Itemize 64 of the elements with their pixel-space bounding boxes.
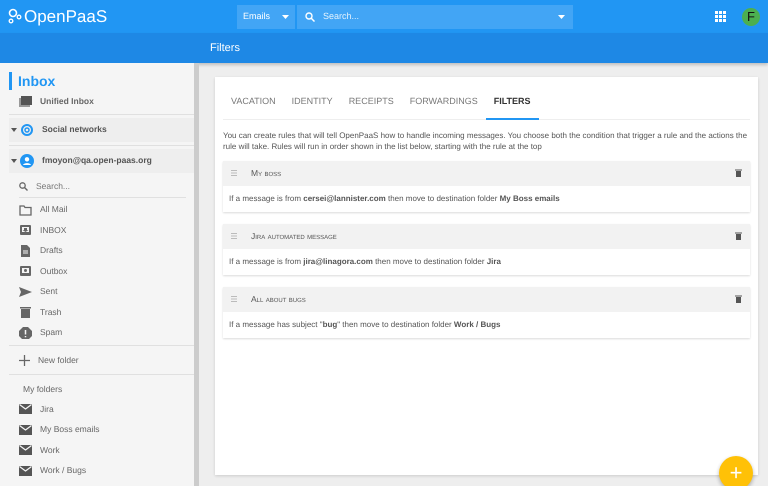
folder-item[interactable]: Drafts [9, 240, 194, 261]
settings-tab[interactable]: FORWARDINGS [402, 83, 486, 120]
page-title: Filters [210, 40, 240, 56]
document-icon [19, 244, 32, 257]
envelope-icon [19, 404, 32, 414]
search-scope-dropdown[interactable]: Emails [237, 4, 296, 28]
filter-name: My boss [251, 166, 282, 180]
search-icon [305, 12, 316, 22]
warning-octagon-icon [19, 326, 32, 339]
description-text: You can create rules that will tell OpenPaaS how to handle incoming messages. You choose both the condition that trigger a rule and the actions the rule will take. Rules will run in order shown in the list below, starting with the rule at the top [223, 130, 748, 153]
caret-icon [282, 14, 290, 18]
inbox-icon [19, 224, 32, 236]
caret-icon [11, 158, 17, 162]
search-icon [19, 182, 28, 190]
settings-tab[interactable]: FILTERS [486, 83, 539, 120]
caret-icon [11, 128, 17, 132]
envelope-icon [19, 445, 32, 455]
account-header[interactable]: fmoyon@qa.open-paas.org [9, 148, 194, 172]
send-icon [19, 286, 32, 298]
settings-tab[interactable]: VACATION [223, 83, 284, 120]
filter-rule-text: If a message has subject "bug" then move to destination folder Work / Bugs [228, 318, 502, 331]
drag-handle-icon[interactable] [231, 170, 237, 176]
section-label: My folders [22, 383, 64, 396]
folder-item[interactable]: My Boss emails [9, 419, 194, 440]
logo-icon [8, 8, 22, 26]
folder-item[interactable]: All Mail [9, 200, 194, 220]
new-folder-button[interactable]: New folder [9, 348, 194, 372]
logo-text: OpenPaaS [24, 6, 108, 28]
settings-tab[interactable]: RECEIPTS [340, 83, 402, 120]
drag-handle-icon[interactable] [231, 296, 237, 302]
folder-item[interactable]: INBOX [9, 220, 194, 240]
filter-rule-text: If a message is from jira@linagora.com then move to destination folder Jira [228, 256, 502, 268]
account-header[interactable]: Social networks [9, 118, 194, 142]
drag-handle-icon[interactable] [231, 233, 237, 240]
folder-item[interactable]: Trash [9, 302, 194, 322]
trash-icon[interactable] [735, 232, 742, 240]
folder-item[interactable]: Work [9, 440, 194, 460]
folder-item[interactable]: Work / Bugs [9, 460, 194, 481]
envelope-icon [19, 424, 32, 434]
sidebar-title: Inbox [9, 72, 194, 90]
filter-name: All about bugs [251, 292, 307, 306]
trash-icon[interactable] [735, 169, 742, 178]
outbox-icon [19, 265, 32, 278]
search-field[interactable]: Search... [321, 8, 552, 24]
folder-item[interactable]: Outbox [9, 261, 194, 282]
plus-icon [19, 354, 30, 366]
folders-icon [19, 96, 32, 107]
user-icon [20, 154, 34, 168]
apps-grid-icon[interactable] [715, 11, 726, 22]
user-avatar[interactable]: F [742, 8, 760, 26]
search-field[interactable]: Search... [34, 178, 174, 194]
filter-rule-text: If a message is from cersei@lannister.com then move to destination folder My Boss emails [228, 192, 561, 205]
envelope-icon [19, 466, 32, 476]
settings-tab[interactable]: IDENTITY [284, 83, 341, 120]
unified-inbox-item[interactable]: Unified Inbox [9, 91, 194, 112]
folder-item[interactable]: Spam [9, 322, 194, 343]
trash-icon[interactable] [735, 295, 742, 304]
trash-icon [19, 306, 32, 318]
folder-icon [19, 204, 32, 216]
caret-icon [558, 14, 566, 18]
folder-item[interactable]: Sent [9, 282, 194, 302]
search-bar[interactable]: Search... [297, 4, 574, 28]
filter-name: Jira automated message [251, 230, 338, 243]
folder-item[interactable]: Jira [9, 398, 194, 420]
